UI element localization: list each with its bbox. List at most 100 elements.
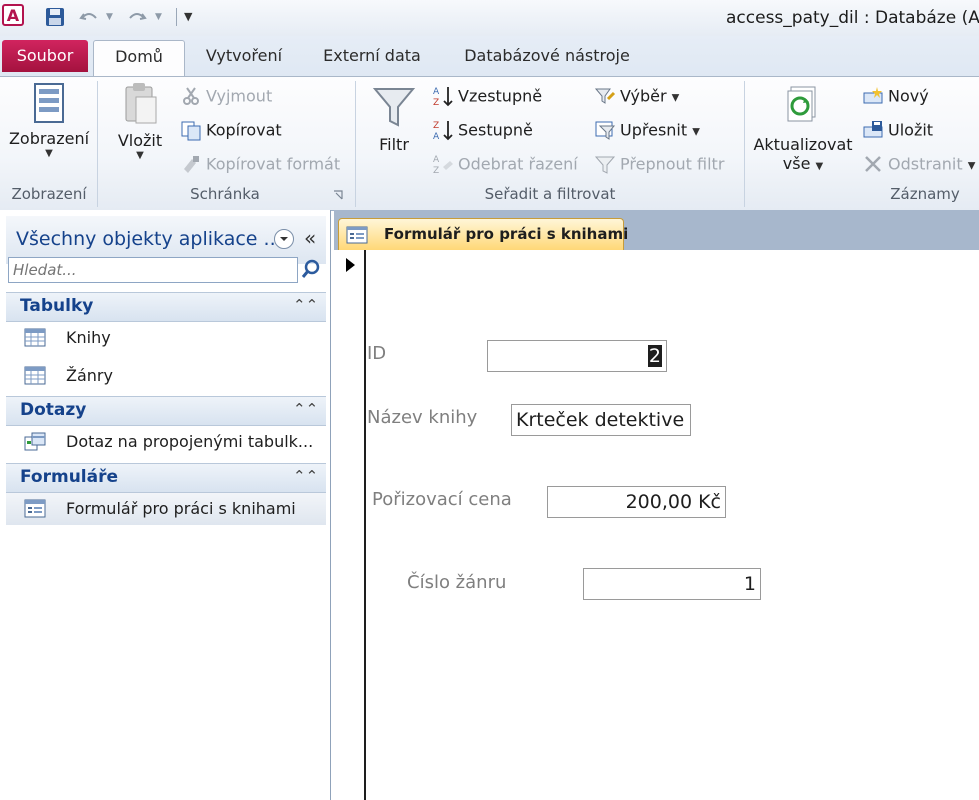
save-icon[interactable] <box>44 6 66 28</box>
id-field[interactable]: 2 <box>487 340 667 372</box>
window-title: access_paty_dil : Databáze (Acc <box>726 8 979 28</box>
sort-ascending-icon: AZ <box>432 85 454 108</box>
svg-text:Z: Z <box>433 166 439 175</box>
advanced-filter-button[interactable]: Upřesnit ▼ <box>594 119 700 141</box>
access-app-icon[interactable]: A <box>2 4 24 26</box>
tab-database-tools[interactable]: Databázové nástroje <box>452 40 642 72</box>
advanced-filter-label: Upřesnit <box>620 120 688 140</box>
copy-label: Kopírovat <box>206 120 282 140</box>
title-field[interactable]: Krteček detektive <box>511 404 691 436</box>
save-record-label: Uložit <box>888 120 934 140</box>
redo-dropdown-icon[interactable]: ▼ <box>155 12 162 22</box>
id-label: ID <box>367 343 387 364</box>
sort-ascending-button[interactable]: A Z Vzestupně <box>432 85 542 109</box>
tab-external-data[interactable]: Externí data <box>312 40 432 72</box>
genre-field[interactable]: 1 <box>583 568 761 600</box>
save-record-button[interactable]: Uložit <box>862 119 933 141</box>
nav-section-forms[interactable]: Formuláře ⌃⌃ <box>6 463 326 493</box>
advanced-dropdown-icon: ▼ <box>692 126 700 138</box>
nav-section-queries[interactable]: Dotazy ⌃⌃ <box>6 396 326 426</box>
filter-label: Filtr <box>379 135 409 154</box>
toggle-filter-button[interactable]: Přepnout filtr <box>594 153 724 175</box>
sort-descending-label: Sestupně <box>458 120 533 140</box>
format-painter-button[interactable]: Kopírovat formát <box>180 153 340 175</box>
view-icon <box>34 83 64 123</box>
refresh-dropdown-icon: ▼ <box>815 161 824 172</box>
nav-menu-dropdown-icon[interactable] <box>274 229 294 249</box>
collapse-section-icon[interactable]: ⌃⌃ <box>293 400 318 418</box>
cut-button[interactable]: Vyjmout <box>180 85 272 107</box>
view-button[interactable]: Zobrazení ▼ <box>6 81 92 159</box>
selection-filter-icon <box>594 85 616 107</box>
refresh-label-line2: vše <box>782 154 811 173</box>
collapse-nav-icon[interactable]: « <box>304 226 316 250</box>
remove-sort-icon: AZ <box>432 153 454 176</box>
selection-label: Výběr <box>620 86 667 106</box>
nav-item-label: Formulář pro práci s knihami <box>66 499 296 518</box>
query-icon <box>24 432 46 451</box>
tab-file[interactable]: Soubor <box>2 40 88 72</box>
nav-item-query[interactable]: Dotaz na propojenými tabulk... <box>6 426 326 458</box>
redo-icon[interactable] <box>126 6 148 28</box>
document-tab-title: Formulář pro práci s knihami <box>384 225 629 243</box>
copy-button[interactable]: Kopírovat <box>180 119 282 141</box>
tab-home[interactable]: Domů <box>93 40 185 77</box>
format-painter-label: Kopírovat formát <box>206 154 341 174</box>
nav-item-form[interactable]: Formulář pro práci s knihami <box>6 493 326 525</box>
nav-title[interactable]: Všechny objekty aplikace ... <box>16 228 282 250</box>
new-record-button[interactable]: Nový <box>862 85 929 107</box>
collapse-section-icon[interactable]: ⌃⌃ <box>293 467 318 485</box>
nav-section-label: Formuláře <box>20 467 119 487</box>
document-tab[interactable]: Formulář pro práci s knihami <box>338 218 628 250</box>
scissors-icon <box>180 85 202 107</box>
undo-dropdown-icon[interactable]: ▼ <box>106 12 113 22</box>
delete-record-button[interactable]: Odstranit ▼ <box>862 153 975 175</box>
group-separator <box>744 81 745 207</box>
advanced-filter-icon <box>594 119 616 141</box>
filter-button[interactable]: Filtr <box>364 83 424 154</box>
view-dropdown-icon: ▼ <box>45 148 53 159</box>
toggle-filter-icon <box>594 153 616 175</box>
form-canvas: ID 2 Název knihy Krteček detektive Pořiz… <box>334 250 979 800</box>
navigation-pane: Všechny objekty aplikace ... « Tabulky ⌃… <box>0 210 331 800</box>
price-field[interactable]: 200,00 Kč <box>547 486 726 518</box>
tab-create[interactable]: Vytvoření <box>196 40 292 72</box>
current-record-arrow-icon <box>346 258 355 272</box>
svg-text:A: A <box>433 155 440 165</box>
format-painter-icon <box>180 153 202 175</box>
undo-icon[interactable] <box>78 6 100 28</box>
title-bar: A ▼ ▼ ▼ access_paty_dil : Databáze (Acc <box>0 0 979 36</box>
form-icon <box>24 499 46 518</box>
record-selector[interactable] <box>334 250 366 800</box>
svg-text:A: A <box>433 87 440 97</box>
sort-descending-button[interactable]: Z A Sestupně <box>432 119 533 143</box>
price-label: Pořizovací cena <box>372 489 512 510</box>
delete-dropdown-icon: ▼ <box>967 160 976 172</box>
group-separator <box>355 81 356 207</box>
ribbon: Zobrazení ▼ Zobrazení Vložit ▼ Vyjmout K… <box>0 76 979 211</box>
search-icon[interactable] <box>300 258 322 280</box>
clipboard-launcher-icon[interactable] <box>333 190 343 200</box>
remove-sort-label: Odebrat řazení <box>458 154 578 174</box>
nav-item-label: Žánry <box>66 366 113 385</box>
group-label-records: Záznamy <box>890 185 960 203</box>
selection-button[interactable]: Výběr ▼ <box>594 85 679 107</box>
cut-label: Vyjmout <box>206 86 273 106</box>
refresh-all-button[interactable]: Aktualizovat vše ▼ <box>750 83 856 173</box>
nav-search-input[interactable] <box>8 257 298 283</box>
paste-icon <box>125 83 157 124</box>
nav-section-tables[interactable]: Tabulky ⌃⌃ <box>6 292 326 322</box>
nav-item-label: Knihy <box>66 328 111 347</box>
nav-item-table-knihy[interactable]: Knihy <box>6 322 326 354</box>
customize-qat-icon[interactable]: ▼ <box>184 10 192 23</box>
toggle-filter-label: Přepnout filtr <box>620 154 725 174</box>
group-label-views: Zobrazení <box>11 185 87 203</box>
paste-dropdown-icon: ▼ <box>136 150 144 161</box>
selection-dropdown-icon: ▼ <box>671 92 680 104</box>
collapse-section-icon[interactable]: ⌃⌃ <box>293 296 318 314</box>
refresh-icon <box>787 86 816 122</box>
paste-button[interactable]: Vložit ▼ <box>108 81 172 161</box>
nav-item-table-zanry[interactable]: Žánry <box>6 360 326 392</box>
remove-sort-button[interactable]: A Z Odebrat řazení <box>432 153 578 177</box>
view-button-label: Zobrazení <box>8 129 90 148</box>
